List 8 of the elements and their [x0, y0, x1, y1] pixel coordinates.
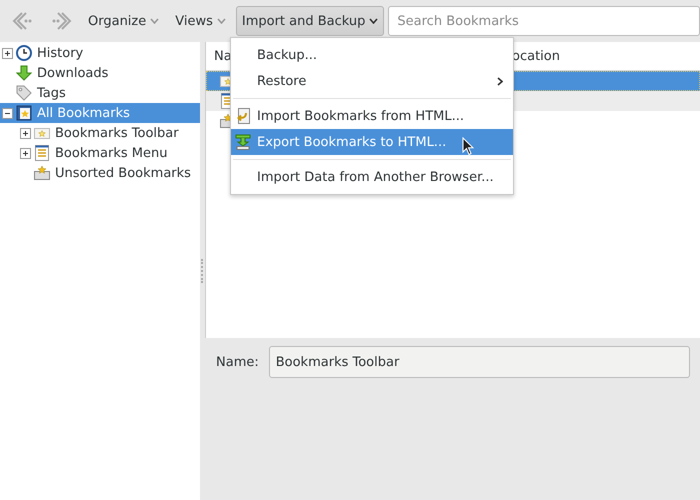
sidebar-item-label: Downloads — [37, 66, 108, 80]
sidebar-item-label: Tags — [37, 86, 66, 100]
sidebar-item-label: All Bookmarks — [37, 106, 130, 120]
sidebar-item-label: Bookmarks Menu — [55, 146, 168, 160]
name-label: Name: — [215, 354, 259, 370]
sidebar-item-label: Unsorted Bookmarks — [55, 166, 191, 180]
sidebar-item-label: Bookmarks Toolbar — [55, 126, 179, 140]
sidebar-item-label: History — [37, 46, 84, 60]
